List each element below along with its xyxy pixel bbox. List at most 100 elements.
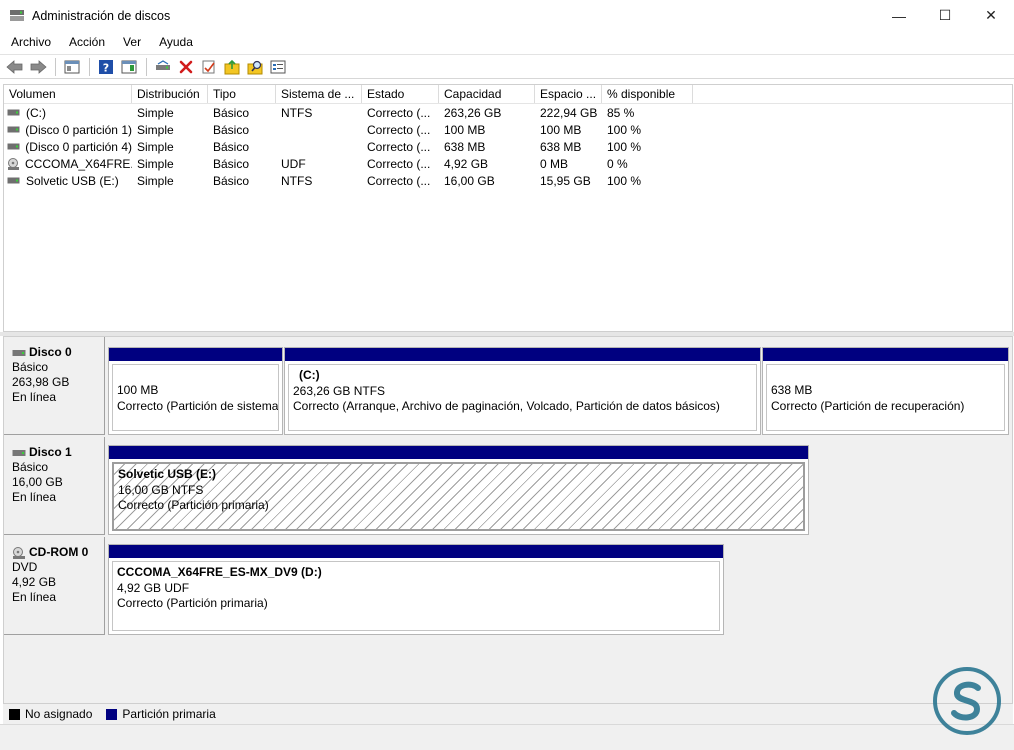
- volume-type: Básico: [213, 173, 250, 188]
- volume-percent-free: 100 %: [607, 139, 642, 154]
- volume-status: Correcto (...: [367, 122, 431, 137]
- help-icon: ?: [99, 59, 113, 74]
- back-button[interactable]: [4, 57, 26, 77]
- console-tree-button[interactable]: [61, 57, 83, 77]
- cd-drive-icon: [12, 546, 26, 559]
- volume-filesystem: NTFS: [281, 105, 313, 120]
- drive-icon: [7, 108, 21, 118]
- volume-layout: Simple: [137, 156, 174, 171]
- disk-graphical-view: Disco 0 Básico 263,98 GB En línea 100 MB…: [3, 336, 1013, 704]
- partition-disco-0-4[interactable]: 638 MB Correcto (Partición de recuperaci…: [762, 347, 1009, 435]
- partition-disco-0-c[interactable]: (C:) 263,26 GB NTFS Correcto (Arranque, …: [284, 347, 761, 435]
- volume-list-body: (C:) Simple Básico NTFS Correcto (... 26…: [4, 104, 1012, 189]
- disk-label-disco-1[interactable]: Disco 1 Básico 16,00 GB En línea: [4, 437, 105, 535]
- disk-type: DVD: [12, 560, 38, 574]
- close-icon: ✕: [985, 7, 997, 23]
- usb-disk-icon: [12, 448, 26, 457]
- column-header-distribucion[interactable]: Distribución: [132, 85, 208, 103]
- settings-icon: [270, 60, 286, 73]
- help-button[interactable]: ?: [95, 57, 117, 77]
- drive-icon: [7, 142, 20, 152]
- volume-name: (C:): [26, 105, 46, 120]
- open-button[interactable]: [221, 57, 243, 77]
- table-row[interactable]: CCCOMA_X64FRE... Simple Básico UDF Corre…: [4, 155, 1012, 172]
- table-row[interactable]: Solvetic USB (E:) Simple Básico NTFS Cor…: [4, 172, 1012, 189]
- volume-list-header: Volumen Distribución Tipo Sistema de ...…: [4, 85, 1012, 104]
- volume-layout: Simple: [137, 139, 174, 154]
- cd-drive-icon: [7, 157, 20, 170]
- column-header-estado[interactable]: Estado: [362, 85, 439, 103]
- partition-disco-0-1[interactable]: 100 MB Correcto (Partición de sistema: [108, 347, 283, 435]
- volume-free-space: 638 MB: [540, 139, 582, 154]
- partition-status: Correcto (Arranque, Archivo de paginació…: [293, 399, 720, 413]
- minimize-button[interactable]: —: [876, 0, 922, 31]
- delete-button[interactable]: [175, 57, 197, 77]
- volume-filesystem: UDF: [281, 156, 306, 171]
- volume-percent-free: 0 %: [607, 156, 628, 171]
- partition-title: (C:): [299, 368, 320, 382]
- volume-capacity: 4,92 GB: [444, 156, 489, 171]
- column-header-tipo[interactable]: Tipo: [208, 85, 276, 103]
- volume-percent-free: 85 %: [607, 105, 635, 120]
- disk-label-cdrom-0[interactable]: CD-ROM 0 DVD 4,92 GB En línea: [4, 537, 105, 635]
- disk-status: En línea: [12, 390, 57, 404]
- volume-type: Básico: [213, 156, 250, 171]
- column-header-sistema-de-archivos[interactable]: Sistema de ...: [276, 85, 362, 103]
- column-header-espacio-disponible[interactable]: Espacio ...: [535, 85, 602, 103]
- partition-title: Solvetic USB (E:): [118, 467, 217, 481]
- explore-button[interactable]: [244, 57, 266, 77]
- partition-size: 4,92 GB UDF: [117, 580, 190, 595]
- svg-text:?: ?: [103, 61, 109, 74]
- table-row[interactable]: (Disco 0 partición 4) Simple Básico Corr…: [4, 138, 1012, 155]
- legend-label-primary: Partición primaria: [122, 707, 216, 721]
- partition-cdrom-0-d[interactable]: CCCOMA_X64FRE_ES-MX_DV9 (D:) 4,92 GB UDF…: [108, 544, 724, 635]
- action-pane-button[interactable]: [118, 57, 140, 77]
- connect-drive-icon: [156, 59, 170, 70]
- disk-type: Básico: [12, 460, 49, 474]
- connect-drive-button[interactable]: [152, 57, 174, 77]
- disk-size: 16,00 GB: [12, 475, 63, 489]
- back-icon: [6, 59, 23, 74]
- volume-free-space: 100 MB: [540, 122, 582, 137]
- volume-percent-free: 100 %: [607, 122, 642, 137]
- close-button[interactable]: ✕: [968, 0, 1014, 31]
- menu-bar: Archivo Acción Ver Ayuda: [0, 31, 1014, 53]
- partition-status: Correcto (Partición de recuperación): [771, 398, 965, 413]
- volume-percent-free: 100 %: [607, 173, 642, 188]
- menu-archivo[interactable]: Archivo: [4, 31, 58, 53]
- menu-accion[interactable]: Acción: [62, 31, 112, 53]
- partition-bar: [109, 446, 808, 459]
- legend-label-unallocated: No asignado: [25, 707, 93, 721]
- partition-size: 263,26 GB NTFS: [293, 383, 386, 398]
- partition-disco-1-e[interactable]: Solvetic USB (E:) 16,00 GB NTFS Correcto…: [108, 445, 809, 535]
- column-header-capacidad[interactable]: Capacidad: [439, 85, 535, 103]
- volume-status: Correcto (...: [367, 173, 431, 188]
- volume-free-space: 15,95 GB: [540, 173, 591, 188]
- disk-type: Básico: [12, 360, 49, 374]
- settings-button[interactable]: [267, 57, 289, 77]
- partition-title: CCCOMA_X64FRE_ES-MX_DV9 (D:): [117, 565, 322, 579]
- show-hide-console-tree-icon: [64, 60, 80, 73]
- column-header-porcentaje-disponible[interactable]: % disponible: [602, 85, 693, 103]
- volume-layout: Simple: [137, 105, 174, 120]
- table-row[interactable]: (C:) Simple Básico NTFS Correcto (... 26…: [4, 104, 1012, 121]
- disk-name: CD-ROM 0: [29, 545, 89, 559]
- title-bar: Administración de discos — ☐ ✕: [0, 0, 1014, 31]
- volume-list: Volumen Distribución Tipo Sistema de ...…: [3, 84, 1013, 332]
- disk-name: Disco 0: [29, 345, 72, 359]
- maximize-button[interactable]: ☐: [922, 0, 968, 31]
- disk-size: 263,98 GB: [12, 375, 70, 389]
- table-row[interactable]: (Disco 0 partición 1) Simple Básico Corr…: [4, 121, 1012, 138]
- menu-ayuda[interactable]: Ayuda: [152, 31, 200, 53]
- disk-row-disco-0: Disco 0 Básico 263,98 GB En línea 100 MB…: [4, 337, 1014, 435]
- toolbar-separator: [89, 57, 90, 76]
- hard-disk-icon: [12, 348, 26, 357]
- volume-type: Básico: [213, 139, 250, 154]
- column-header-volumen[interactable]: Volumen: [4, 85, 132, 103]
- properties-button[interactable]: [198, 57, 220, 77]
- partition-bar: [285, 348, 760, 361]
- volume-status: Correcto (...: [367, 156, 431, 171]
- disk-label-disco-0[interactable]: Disco 0 Básico 263,98 GB En línea: [4, 337, 105, 435]
- forward-button[interactable]: [27, 57, 49, 77]
- menu-ver[interactable]: Ver: [116, 31, 148, 53]
